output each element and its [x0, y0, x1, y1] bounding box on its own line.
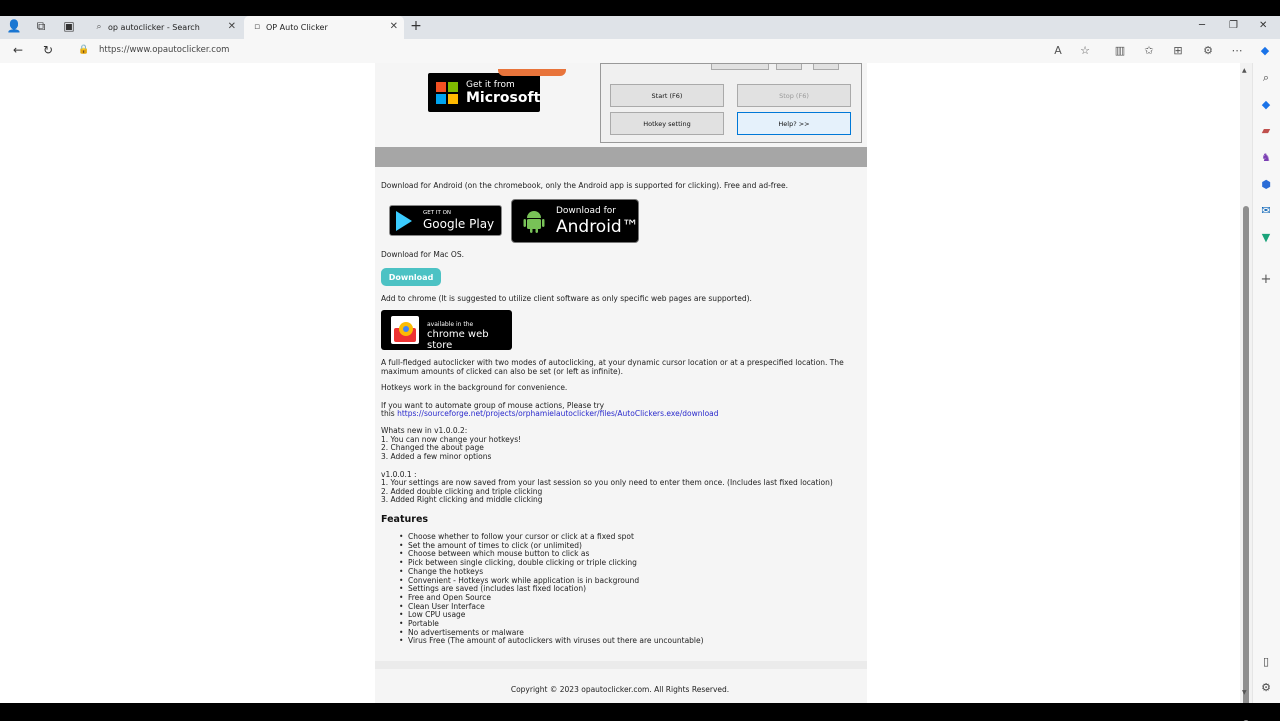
add-icon[interactable]: +	[1259, 273, 1273, 287]
orange-button-edge	[498, 69, 566, 76]
favorite-star-icon[interactable]: ☆	[1077, 44, 1093, 57]
copilot-icon[interactable]: ◆	[1257, 44, 1273, 57]
badge-big-text: Android™	[556, 217, 639, 237]
page-scrollbar[interactable]: ▲ ▼	[1240, 63, 1252, 721]
app-screenshot: Start (F6) Stop (F6) Hotkey setting Help…	[600, 63, 862, 143]
page-content: Get it from Microsoft Start (F6) Stop (F…	[375, 63, 867, 703]
tab-bar: 👤 ⧉ ▣ ⌕ op autoclicker - Search ✕ ▫ OP A…	[0, 16, 1280, 39]
chrome-web-store-badge[interactable]: available in the chrome web store	[381, 310, 512, 351]
minimize-icon[interactable]: ─	[1199, 20, 1205, 31]
chrome-store-icon	[391, 316, 419, 344]
stop-button: Stop (F6)	[737, 84, 851, 107]
scrollbar-thumb[interactable]	[1243, 206, 1249, 721]
badge-big-text: chrome web store	[427, 329, 489, 351]
whats-new-item: 3. Added a few minor options	[381, 452, 492, 461]
copyright-text: Copyright © 2023 opautoclicker.com. All …	[510, 685, 730, 694]
microsoft-logo-icon	[436, 82, 458, 104]
lock-icon: 🔒	[78, 45, 90, 55]
page-icon: ▫	[253, 22, 261, 32]
address-toolbar: ← ↻ 🔒 https://www.opautoclicker.com A ☆ …	[0, 39, 1280, 64]
read-aloud-icon[interactable]: A	[1050, 44, 1066, 57]
mac-download-button[interactable]: Download	[381, 268, 441, 286]
features-list: Choose whether to follow your cursor or …	[399, 532, 704, 646]
badge-small-text: GET IT ON	[423, 210, 452, 216]
badge-small-text: available in the	[427, 321, 474, 328]
new-tab-icon[interactable]: +	[408, 18, 424, 34]
tab-search[interactable]: ⌕ op autoclicker - Search ✕	[86, 16, 242, 39]
badge-small-text: Get it from	[466, 80, 515, 90]
microsoft-365-icon[interactable]: ⬢	[1259, 178, 1273, 192]
description-text: A full-fledged autoclicker with two mode…	[381, 358, 844, 376]
close-window-icon[interactable]: ✕	[1259, 20, 1267, 31]
bottom-frame	[0, 703, 1280, 720]
drop-icon[interactable]: ▼	[1259, 231, 1273, 245]
play-icon	[396, 211, 412, 231]
features-heading: Features	[381, 514, 429, 525]
tab-label: op autoclicker - Search	[108, 23, 200, 32]
games-icon[interactable]: ♞	[1259, 151, 1273, 165]
sidebar-toggle-icon[interactable]: ▯	[1259, 655, 1273, 669]
list-item: Virus Free (The amount of autoclickers w…	[399, 637, 704, 646]
footer-divider	[375, 661, 867, 669]
collections-icon[interactable]: ⊞	[1170, 44, 1186, 57]
automate-line: this https://sourceforge.net/projects/or…	[381, 409, 719, 419]
page-viewport: Get it from Microsoft Start (F6) Stop (F…	[0, 63, 1240, 703]
android-robot-icon	[523, 211, 545, 233]
back-icon[interactable]: ←	[10, 43, 26, 57]
close-tab-icon[interactable]: ✕	[228, 21, 236, 32]
android-download-badge[interactable]: Download for Android™	[511, 199, 639, 243]
mac-text: Download for Mac OS.	[381, 250, 464, 259]
scroll-up-icon[interactable]: ▲	[1242, 67, 1247, 74]
url-bar[interactable]: https://www.opautoclicker.com	[99, 45, 229, 55]
search-icon: ⌕	[96, 22, 102, 32]
outlook-icon[interactable]: ✉	[1259, 204, 1273, 218]
v1-item: 3. Added Right clicking and middle click…	[381, 495, 543, 504]
shopping-tag-icon[interactable]: ◆	[1259, 98, 1273, 112]
list-item: Low CPU usage	[399, 611, 704, 620]
help-button: Help? >>	[737, 112, 851, 135]
sourceforge-link[interactable]: https://sourceforge.net/projects/orphami…	[397, 409, 718, 418]
automate-prefix: this	[381, 409, 395, 418]
edge-sidebar: ⌕ ◆ ▰ ♞ ⬢ ✉ ▼ + ▯ ⚙	[1252, 63, 1280, 703]
split-screen-icon[interactable]: ▥	[1112, 44, 1128, 57]
tab-label: OP Auto Clicker	[266, 23, 328, 32]
badge-small-text: Download for	[556, 206, 616, 216]
settings-gear-icon[interactable]: ⚙	[1259, 681, 1273, 695]
refresh-icon[interactable]: ↻	[40, 43, 56, 57]
section-divider	[375, 147, 867, 167]
maximize-icon[interactable]: ❐	[1229, 20, 1238, 31]
badge-big-text: Microsoft	[466, 90, 541, 106]
start-button: Start (F6)	[610, 84, 724, 107]
tab-actions-icon[interactable]: ▣	[61, 19, 77, 33]
tools-icon[interactable]: ▰	[1259, 124, 1273, 138]
extensions-icon[interactable]: ⚙	[1200, 44, 1216, 57]
google-play-badge[interactable]: GET IT ON Google Play	[389, 205, 502, 236]
chrome-text: Add to chrome (It is suggested to utiliz…	[381, 294, 752, 303]
hotkey-setting-button: Hotkey setting	[610, 112, 724, 135]
hotkeys-text: Hotkeys work in the background for conve…	[381, 383, 568, 392]
microsoft-store-badge[interactable]: Get it from Microsoft	[428, 69, 566, 112]
workspaces-icon[interactable]: ⧉	[33, 19, 49, 34]
scroll-down-icon[interactable]: ▼	[1242, 689, 1247, 696]
search-icon[interactable]: ⌕	[1259, 71, 1273, 85]
android-text: Download for Android (on the chromebook,…	[381, 181, 788, 190]
tab-op-auto-clicker[interactable]: ▫ OP Auto Clicker ✕	[244, 16, 404, 39]
profile-icon[interactable]: 👤	[6, 19, 22, 33]
close-tab-icon[interactable]: ✕	[390, 21, 398, 32]
badge-big-text: Google Play	[423, 217, 495, 231]
favorites-icon[interactable]: ✩	[1141, 44, 1157, 57]
more-menu-icon[interactable]: ⋯	[1229, 44, 1245, 57]
